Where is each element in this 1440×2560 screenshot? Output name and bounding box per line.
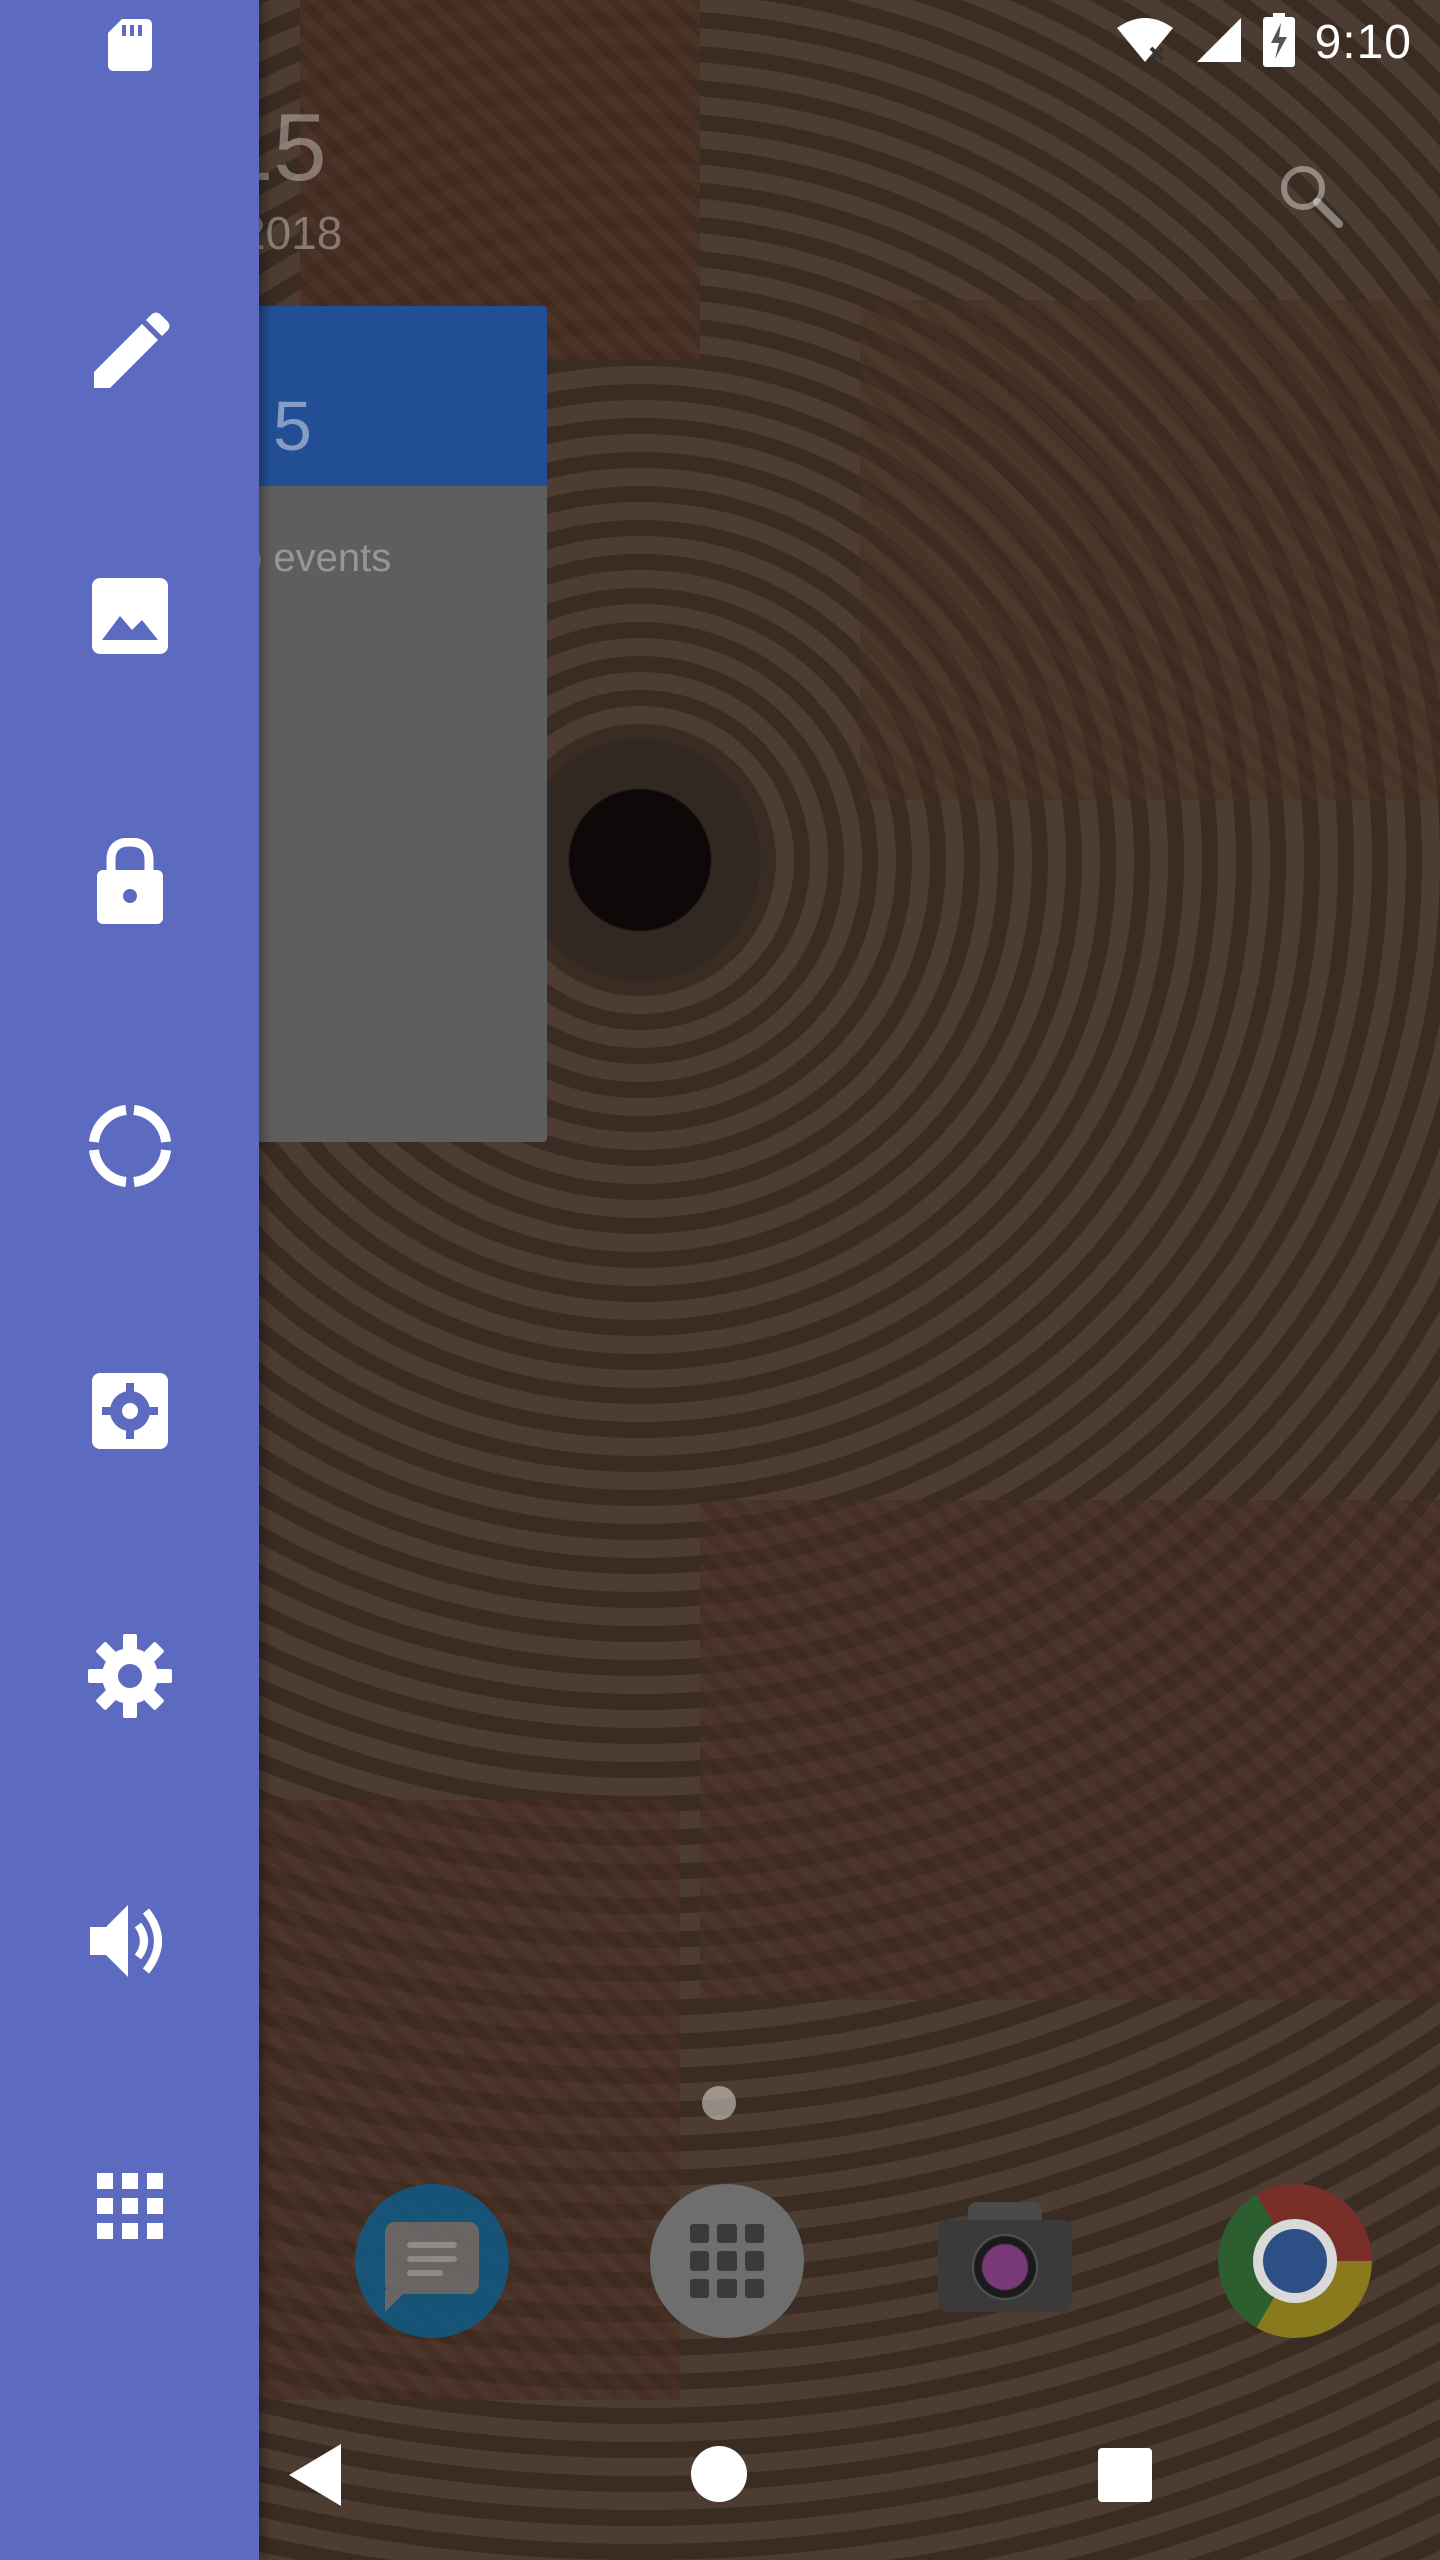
search-icon[interactable] [1275, 160, 1345, 230]
app-drawer-icon[interactable] [650, 2184, 804, 2338]
recents-icon[interactable] [1098, 2448, 1152, 2502]
wifi-off-icon [1115, 14, 1175, 71]
drawer-item-settings[interactable] [0, 1601, 259, 1751]
battery-charging-icon [1262, 12, 1295, 72]
image-icon [91, 578, 168, 654]
drawer-item-lock[interactable] [0, 806, 259, 956]
signal-icon [1195, 14, 1243, 71]
page-indicator [702, 2086, 736, 2120]
camera-app-icon[interactable] [928, 2184, 1082, 2338]
sd-card-icon [107, 19, 152, 71]
side-action-drawer [0, 0, 259, 2560]
drawer-item-sd-card[interactable] [0, 0, 259, 120]
pencil-icon [90, 312, 170, 392]
home-screen: 9:10 15 2018 5 o events [0, 0, 1440, 2560]
calendar-date-number: 5 [273, 387, 312, 465]
messages-app-icon[interactable] [355, 2184, 509, 2338]
drawer-item-volume[interactable] [0, 1866, 259, 2016]
drawer-item-all-apps[interactable] [0, 2131, 259, 2281]
drawer-item-app-settings[interactable] [0, 1336, 259, 1486]
apps-grid-icon [96, 2173, 163, 2239]
volume-icon [89, 1903, 170, 1979]
chrome-app-icon[interactable] [1218, 2184, 1372, 2338]
settings-box-icon [91, 1373, 168, 1449]
calendar-empty-message: o events [240, 536, 392, 580]
drawer-item-edit[interactable] [0, 277, 259, 427]
gear-icon [87, 1634, 172, 1718]
drawer-item-sync[interactable] [0, 1071, 259, 1221]
status-bar: 9:10 [1115, 0, 1440, 84]
home-icon[interactable] [691, 2446, 747, 2502]
drawer-item-gallery[interactable] [0, 541, 259, 691]
loading-circle-icon [88, 1104, 172, 1188]
lock-icon [96, 838, 163, 924]
back-icon[interactable] [285, 2442, 345, 2508]
status-clock: 9:10 [1314, 15, 1412, 69]
